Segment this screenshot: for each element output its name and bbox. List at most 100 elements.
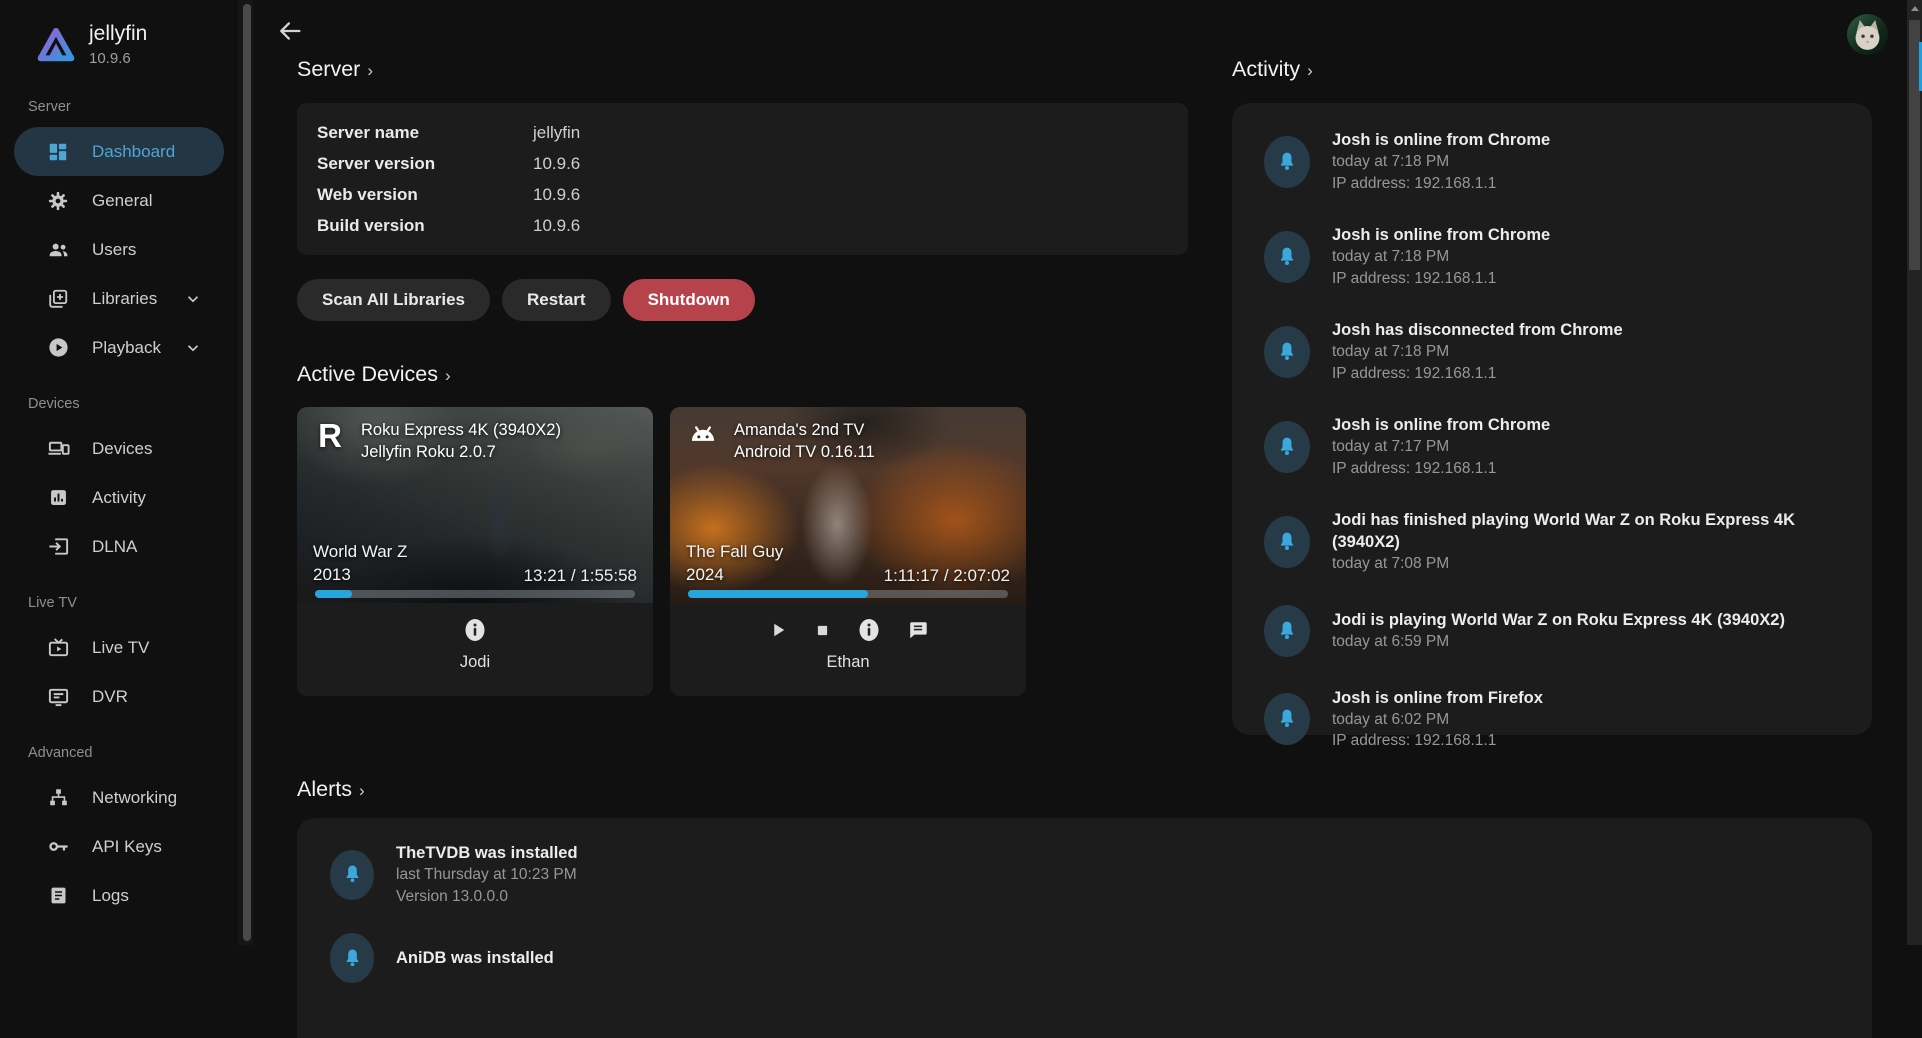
sidebar-item-label: DLNA: [92, 537, 137, 557]
restart-button[interactable]: Restart: [502, 279, 611, 321]
sidebar-section-livetv: Live TV: [28, 595, 238, 615]
server-section-heading[interactable]: Server ›: [297, 57, 373, 82]
chevron-right-icon: ›: [367, 61, 373, 81]
alerts-list: TheTVDB was installed last Thursday at 1…: [297, 818, 1872, 1038]
activity-item: Jodi has finished playing World War Z on…: [1264, 509, 1848, 575]
users-icon: [46, 238, 70, 262]
sidebar-item-playback[interactable]: Playback: [14, 323, 224, 372]
sidebar-item-dvr[interactable]: DVR: [14, 672, 224, 721]
device-card-android-tv[interactable]: Amanda's 2nd TV Android TV 0.16.11 The F…: [670, 407, 1026, 696]
info-button[interactable]: [463, 616, 487, 644]
sidebar-item-activity[interactable]: Activity: [14, 473, 224, 522]
bell-icon: [1264, 136, 1310, 188]
active-devices-heading[interactable]: Active Devices ›: [297, 362, 451, 387]
activity-item: Josh is online from Chrome today at 7:18…: [1264, 129, 1848, 194]
user-avatar[interactable]: [1847, 14, 1888, 55]
client-version: Android TV 0.16.11: [734, 441, 875, 463]
server-info-card: Server name jellyfin Server version 10.9…: [297, 103, 1188, 255]
sidebar-item-networking[interactable]: Networking: [14, 773, 224, 822]
sidebar-item-label: Users: [92, 240, 136, 260]
sidebar-scrollbar-thumb[interactable]: [243, 4, 251, 941]
chevron-down-icon: [184, 339, 202, 357]
sidebar-item-label: Devices: [92, 439, 152, 459]
activity-chart-icon: [46, 486, 70, 510]
network-icon: [46, 786, 70, 810]
sidebar-item-live-tv[interactable]: Live TV: [14, 623, 224, 672]
sidebar-item-label: Libraries: [92, 289, 157, 309]
media-title: World War Z: [313, 540, 407, 563]
sidebar-section-devices: Devices: [28, 396, 238, 416]
sidebar-item-devices[interactable]: Devices: [14, 424, 224, 473]
sidebar: jellyfin 10.9.6 Server Dashboard General…: [0, 0, 238, 945]
media-year: 2024: [686, 563, 783, 586]
dlna-icon: [46, 535, 70, 559]
alert-item: TheTVDB was installed last Thursday at 1…: [330, 842, 1848, 907]
scroll-up-icon[interactable]: [1911, 6, 1919, 11]
shutdown-button[interactable]: Shutdown: [623, 279, 755, 321]
sidebar-item-label: Playback: [92, 338, 161, 358]
media-title: The Fall Guy: [686, 540, 783, 563]
device-name: Roku Express 4K (3940X2): [361, 419, 561, 441]
live-tv-icon: [46, 636, 70, 660]
message-button[interactable]: [907, 619, 929, 641]
sidebar-item-label: API Keys: [92, 837, 162, 857]
sidebar-section-server: Server: [28, 99, 238, 119]
session-user: Jodi: [460, 653, 490, 672]
sidebar-scrollbar[interactable]: [238, 0, 253, 945]
page-scrollbar[interactable]: [1907, 0, 1922, 945]
app-name: jellyfin: [89, 22, 147, 46]
media-year: 2013: [313, 563, 407, 586]
android-icon: [684, 419, 722, 449]
activity-item: Josh is online from Chrome today at 7:18…: [1264, 224, 1848, 289]
chevron-down-icon: [184, 290, 202, 308]
sidebar-item-dashboard[interactable]: Dashboard: [14, 127, 224, 176]
chevron-right-icon: ›: [359, 781, 365, 801]
stop-button[interactable]: [814, 622, 831, 639]
sidebar-item-label: DVR: [92, 687, 128, 707]
sidebar-item-label: Networking: [92, 788, 177, 808]
sidebar-item-dlna[interactable]: DLNA: [14, 522, 224, 571]
sidebar-item-general[interactable]: General: [14, 176, 224, 225]
device-card-roku[interactable]: R Roku Express 4K (3940X2) Jellyfin Roku…: [297, 407, 653, 696]
sidebar-item-users[interactable]: Users: [14, 225, 224, 274]
alert-item: AniDB was installed: [330, 933, 1848, 983]
scan-all-libraries-button[interactable]: Scan All Libraries: [297, 279, 490, 321]
activity-feed: Josh is online from Chrome today at 7:18…: [1232, 103, 1872, 735]
playback-progress-fill: [315, 590, 352, 598]
sidebar-item-libraries[interactable]: Libraries: [14, 274, 224, 323]
activity-item: Josh has disconnected from Chrome today …: [1264, 319, 1848, 384]
sidebar-item-logs[interactable]: Logs: [14, 871, 224, 920]
server-info-row: Server version 10.9.6: [297, 148, 1188, 179]
dvr-icon: [46, 685, 70, 709]
activity-item: Josh is online from Chrome today at 7:17…: [1264, 414, 1848, 479]
jellyfin-logo-icon: [36, 25, 76, 65]
app-version: 10.9.6: [89, 50, 147, 67]
cat-avatar-image: [1847, 14, 1888, 55]
activity-heading[interactable]: Activity ›: [1232, 57, 1313, 82]
bell-icon: [330, 850, 374, 900]
sidebar-item-label: Live TV: [92, 638, 149, 658]
sidebar-item-label: Logs: [92, 886, 129, 906]
info-button[interactable]: [857, 616, 881, 644]
device-card-footer: Ethan: [670, 603, 1026, 696]
logs-icon: [46, 884, 70, 908]
alerts-heading[interactable]: Alerts ›: [297, 777, 365, 802]
playback-progress: [315, 590, 635, 598]
playback-time: 13:21 / 1:55:58: [524, 566, 637, 586]
play-button[interactable]: [768, 620, 788, 640]
playback-progress-fill: [688, 590, 868, 598]
dashboard-icon: [46, 140, 70, 164]
sidebar-section-advanced: Advanced: [28, 745, 238, 765]
now-playing-backdrop: Amanda's 2nd TV Android TV 0.16.11 The F…: [670, 407, 1026, 603]
back-button[interactable]: [276, 17, 306, 47]
activity-item: Josh is online from Firefox today at 6:0…: [1264, 687, 1848, 752]
sidebar-item-api-keys[interactable]: API Keys: [14, 822, 224, 871]
bell-icon: [1264, 693, 1310, 745]
key-icon: [46, 835, 70, 859]
playback-progress: [688, 590, 1008, 598]
playback-time: 1:11:17 / 2:07:02: [884, 566, 1010, 586]
device-name: Amanda's 2nd TV: [734, 419, 875, 441]
bell-icon: [1264, 421, 1310, 473]
bell-icon: [1264, 231, 1310, 283]
chevron-right-icon: ›: [445, 366, 451, 386]
